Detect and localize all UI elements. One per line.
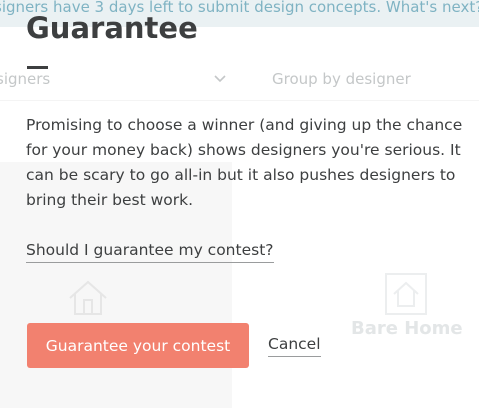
filter-divider: [0, 100, 479, 101]
filter-designers-select: signers: [0, 70, 51, 88]
page: signers have 3 days left to submit desig…: [0, 0, 479, 408]
guarantee-contest-button[interactable]: Guarantee your contest: [27, 323, 249, 368]
cancel-link[interactable]: Cancel: [268, 333, 321, 357]
guarantee-help-link[interactable]: Should I guarantee my contest?: [26, 239, 274, 263]
title-underline: [27, 66, 48, 69]
modal-body-text: Promising to choose a winner (and giving…: [26, 116, 463, 209]
chevron-down-icon: [214, 75, 226, 83]
house-icon: [69, 280, 107, 315]
group-by-designer-label: Group by designer: [272, 70, 411, 88]
house-icon: [385, 273, 427, 315]
modal-title: Guarantee: [26, 11, 198, 45]
design-card-title: Bare Home: [351, 318, 463, 339]
